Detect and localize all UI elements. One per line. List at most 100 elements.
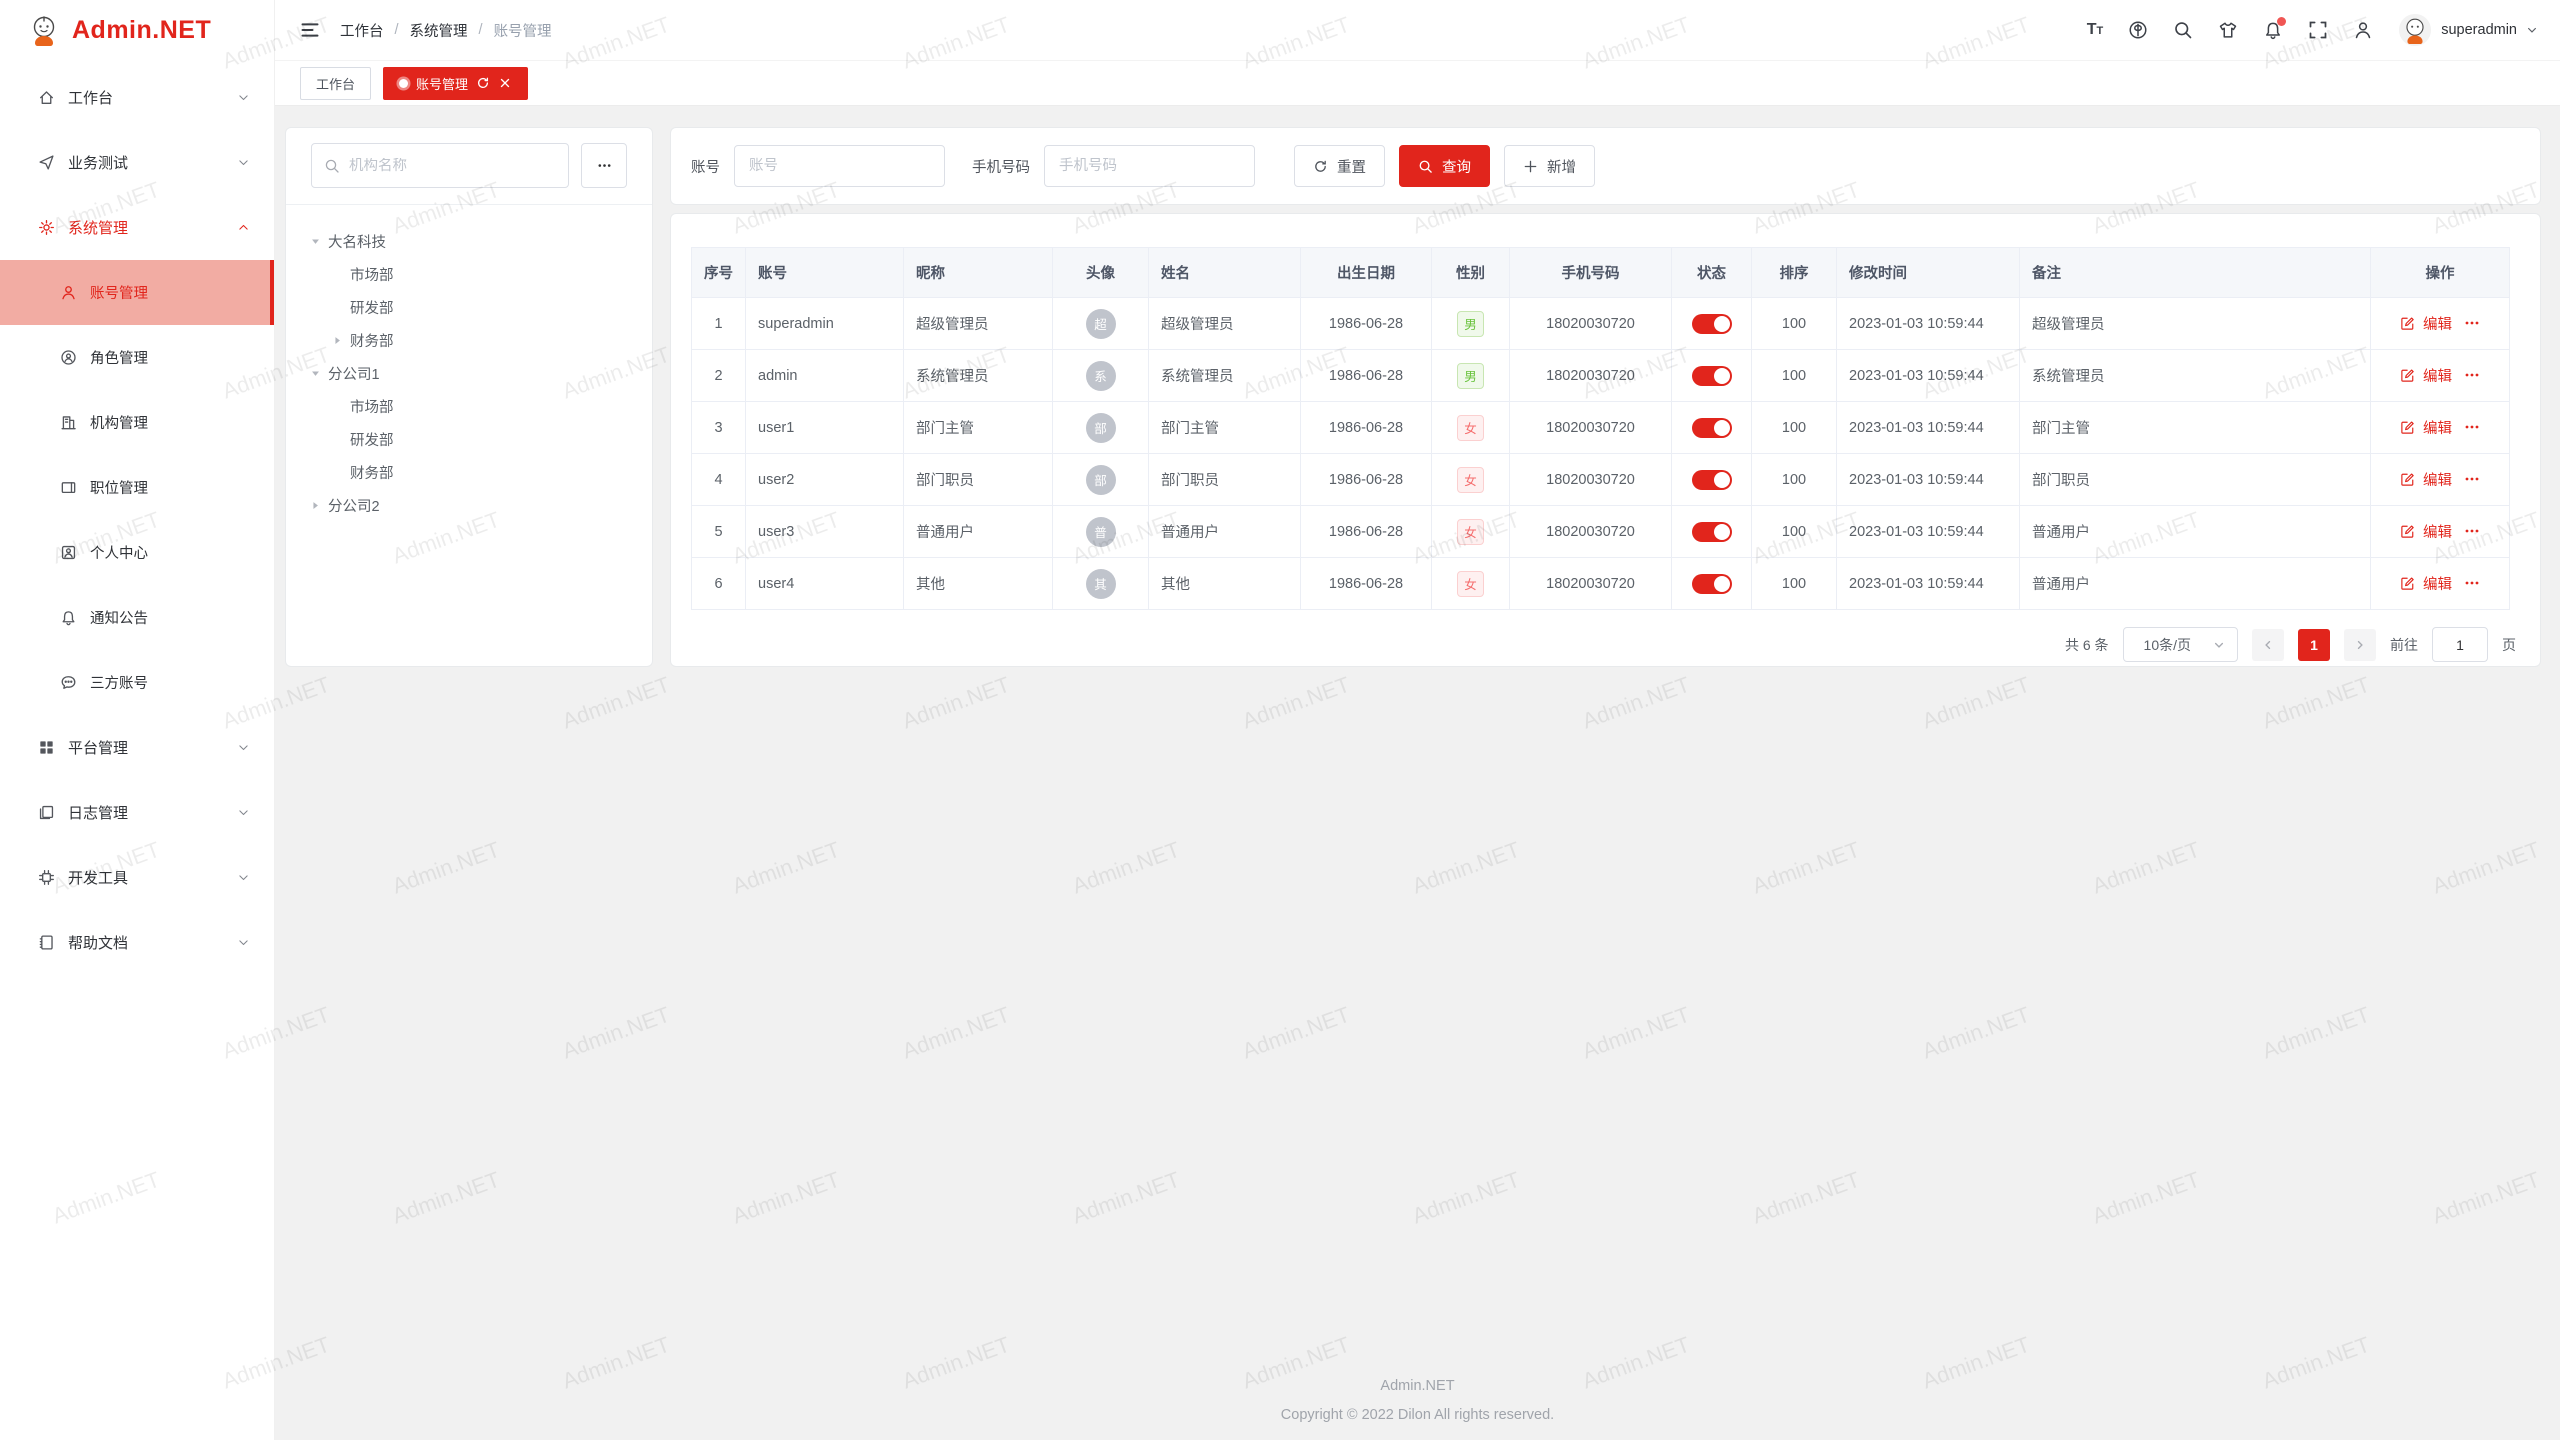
font-size-icon[interactable]: TT — [2087, 22, 2104, 38]
caret-right-icon — [332, 335, 343, 346]
page-number-current[interactable]: 1 — [2298, 629, 2330, 661]
cell-sort: 100 — [1752, 402, 1837, 454]
cell-birth: 1986-06-28 — [1301, 298, 1432, 350]
page-size-select[interactable]: 10条/页 — [2123, 627, 2238, 662]
row-more-button[interactable] — [2464, 315, 2480, 331]
edit-button[interactable]: 编辑 — [2400, 365, 2452, 386]
cell-ops: 编辑 — [2371, 402, 2510, 454]
tree-node[interactable]: 市场部 — [304, 390, 634, 423]
tree-node[interactable]: 财务部 — [304, 324, 634, 357]
next-page-button[interactable] — [2344, 629, 2376, 661]
app-logo[interactable]: Admin.NET — [0, 0, 274, 61]
content: 大名科技市场部研发部财务部分公司1市场部研发部财务部分公司2 账号 手机号码 重… — [275, 106, 2560, 1440]
table-row: 1superadmin超级管理员超超级管理员1986-06-28男1802003… — [692, 298, 2510, 350]
cell-avatar: 部 — [1053, 454, 1149, 506]
edit-button[interactable]: 编辑 — [2400, 573, 2452, 594]
status-toggle[interactable] — [1692, 314, 1732, 334]
status-toggle[interactable] — [1692, 470, 1732, 490]
prev-page-button[interactable] — [2252, 629, 2284, 661]
user-menu[interactable]: superadmin — [2398, 13, 2538, 47]
sidebar-item-account-mgmt[interactable]: 账号管理 — [0, 260, 274, 325]
sidebar-item-log-mgmt[interactable]: 日志管理 — [0, 780, 274, 845]
goto-page-input[interactable] — [2432, 627, 2488, 662]
sidebar-item-position-mgmt[interactable]: 职位管理 — [0, 455, 274, 520]
chevron-down-icon — [237, 741, 250, 754]
row-more-button[interactable] — [2464, 419, 2480, 435]
sidebar-item-workbench[interactable]: 工作台 — [0, 65, 274, 130]
row-more-button[interactable] — [2464, 523, 2480, 539]
cell-gender: 女 — [1432, 558, 1510, 610]
row-more-button[interactable] — [2464, 367, 2480, 383]
edit-button[interactable]: 编辑 — [2400, 417, 2452, 438]
breadcrumb-item[interactable]: 系统管理 — [410, 20, 468, 41]
tree-node[interactable]: 市场部 — [304, 258, 634, 291]
user-icon[interactable] — [2353, 20, 2373, 40]
caret-right-icon — [310, 500, 321, 511]
tree-node-label: 分公司2 — [328, 495, 380, 516]
logs-icon — [38, 804, 55, 821]
tree-node[interactable]: 分公司1 — [304, 357, 634, 390]
edit-button[interactable]: 编辑 — [2400, 521, 2452, 542]
tab-refresh-icon[interactable] — [476, 76, 490, 90]
cell-phone: 18020030720 — [1510, 350, 1672, 402]
sidebar-item-dev-tools[interactable]: 开发工具 — [0, 845, 274, 910]
sidebar-item-third-party-account[interactable]: 三方账号 — [0, 650, 274, 715]
sidebar-item-business-test[interactable]: 业务测试 — [0, 130, 274, 195]
tab-account-mgmt[interactable]: 账号管理 — [383, 67, 528, 100]
status-toggle[interactable] — [1692, 366, 1732, 386]
sidebar-item-notice[interactable]: 通知公告 — [0, 585, 274, 650]
cell-phone: 18020030720 — [1510, 558, 1672, 610]
home-icon — [38, 89, 55, 106]
cell-ops: 编辑 — [2371, 506, 2510, 558]
fullscreen-icon[interactable] — [2308, 20, 2328, 40]
sidebar-item-system-mgmt[interactable]: 系统管理 — [0, 195, 274, 260]
sidebar-item-label: 职位管理 — [90, 477, 148, 498]
phone-input[interactable] — [1044, 145, 1255, 187]
status-toggle[interactable] — [1692, 522, 1732, 542]
row-avatar: 普 — [1086, 517, 1116, 547]
row-more-button[interactable] — [2464, 575, 2480, 591]
status-toggle[interactable] — [1692, 418, 1732, 438]
sidebar-item-label: 三方账号 — [90, 672, 148, 693]
add-button[interactable]: 新增 — [1504, 145, 1595, 187]
query-button[interactable]: 查询 — [1399, 145, 1490, 187]
tab-workbench[interactable]: 工作台 — [300, 67, 371, 100]
tree-node[interactable]: 财务部 — [304, 456, 634, 489]
breadcrumb-item[interactable]: 工作台 — [340, 20, 384, 41]
tree-node[interactable]: 大名科技 — [304, 225, 634, 258]
collapse-menu-icon[interactable] — [300, 20, 320, 40]
edit-icon — [2400, 524, 2415, 539]
chevron-up-icon — [237, 221, 250, 234]
column-header: 手机号码 — [1510, 248, 1672, 298]
status-toggle[interactable] — [1692, 574, 1732, 594]
cell-name: 普通用户 — [1149, 506, 1301, 558]
edit-button[interactable]: 编辑 — [2400, 313, 2452, 334]
cell-gender: 女 — [1432, 506, 1510, 558]
tree-node[interactable]: 研发部 — [304, 423, 634, 456]
theme-skin-icon[interactable] — [2218, 20, 2238, 40]
sidebar-item-platform-mgmt[interactable]: 平台管理 — [0, 715, 274, 780]
tree-node[interactable]: 研发部 — [304, 291, 634, 324]
reset-button[interactable]: 重置 — [1294, 145, 1385, 187]
edit-label: 编辑 — [2423, 313, 2452, 334]
tree-node[interactable]: 分公司2 — [304, 489, 634, 522]
sidebar-item-org-mgmt[interactable]: 机构管理 — [0, 390, 274, 455]
tab-close-icon[interactable] — [498, 76, 512, 90]
edit-button[interactable]: 编辑 — [2400, 469, 2452, 490]
account-input[interactable] — [734, 145, 945, 187]
cell-sort: 100 — [1752, 298, 1837, 350]
org-more-button[interactable] — [581, 143, 627, 188]
user-avatar — [2398, 13, 2432, 47]
column-header: 账号 — [746, 248, 904, 298]
sidebar-item-help-docs[interactable]: 帮助文档 — [0, 910, 274, 975]
sidebar-item-profile-center[interactable]: 个人中心 — [0, 520, 274, 585]
notifications-bell-icon[interactable] — [2263, 20, 2283, 40]
search-icon[interactable] — [2173, 20, 2193, 40]
language-icon[interactable] — [2128, 20, 2148, 40]
row-more-button[interactable] — [2464, 471, 2480, 487]
sidebar-item-role-mgmt[interactable]: 角色管理 — [0, 325, 274, 390]
gender-badge: 女 — [1457, 519, 1484, 545]
row-actions: 编辑 — [2400, 573, 2480, 594]
org-search-input[interactable] — [349, 158, 556, 174]
cell-gender: 女 — [1432, 402, 1510, 454]
